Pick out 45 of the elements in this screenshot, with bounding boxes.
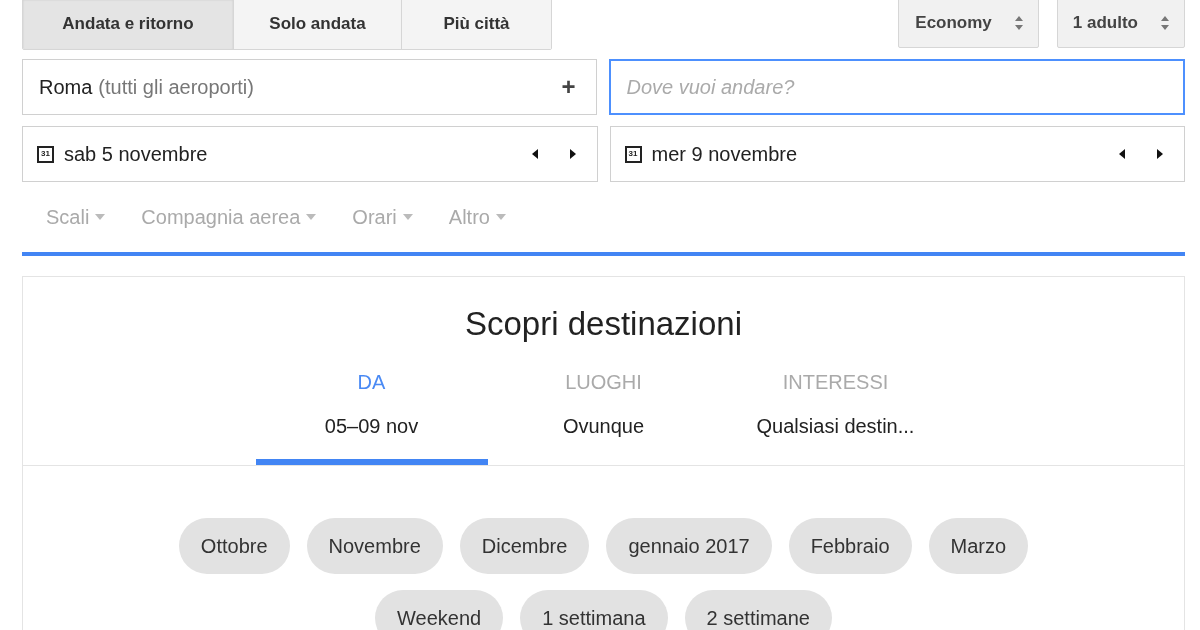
filter-chip[interactable]: Ottobre	[178, 517, 290, 574]
origin-value: Roma	[39, 75, 93, 100]
explore-title: Scopri destinazioni	[465, 304, 742, 344]
filter-chip[interactable]: Febbraio	[788, 517, 912, 574]
next-icon[interactable]	[1156, 148, 1164, 160]
dropdown-select[interactable]: 1 adulto	[1056, 0, 1185, 48]
caret-icon	[306, 214, 317, 220]
previous-icon[interactable]	[1118, 148, 1126, 160]
filter-chip[interactable]: Dicembre	[459, 517, 590, 574]
filter-chip[interactable]: gennaio 2017	[606, 517, 772, 574]
explore-tab[interactable]: LUOGHI Ovunque	[487, 358, 720, 465]
filter-chip[interactable]: Novembre	[306, 517, 443, 574]
explore-tab[interactable]: DA 05–09 nov	[255, 358, 488, 465]
trip-type-tab[interactable]: Più città	[401, 0, 551, 49]
tab-label: DA	[357, 369, 386, 395]
date-field[interactable]: 31 sab 5 novembre	[22, 126, 598, 182]
date-value: sab 5 novembre	[64, 142, 208, 167]
calendar-icon: 31	[624, 145, 642, 163]
filter-chip[interactable]: 1 settimana	[520, 589, 668, 630]
caret-icon	[402, 214, 413, 220]
date-field[interactable]: 31 mer 9 novembre	[609, 126, 1185, 182]
trip-type-tab[interactable]: Solo andata	[233, 0, 401, 49]
tab-value: Qualsiasi destin...	[756, 413, 915, 439]
origin-field[interactable]: Roma (tutti gli aeroporti) +	[22, 59, 597, 115]
destination-field[interactable]: Dove vuoi andare?	[608, 59, 1185, 115]
caret-icon	[495, 214, 506, 220]
trip-type-tab[interactable]: Andata e ritorno	[23, 0, 233, 49]
tab-label: LUOGHI	[565, 369, 642, 395]
tab-value: 05–09 nov	[324, 413, 419, 439]
filter-chip[interactable]: 2 settimane	[684, 589, 832, 630]
add-button[interactable]: +	[561, 69, 576, 105]
previous-icon[interactable]	[530, 148, 539, 160]
caret-icon	[95, 214, 106, 220]
sort-icon	[1013, 15, 1024, 31]
origin-hint: (tutti gli aeroporti)	[98, 75, 254, 100]
sort-icon	[1160, 15, 1170, 31]
dropdown-select[interactable]: Economy	[898, 0, 1039, 48]
tab-value: Ovunque	[562, 413, 645, 439]
explore-tab[interactable]: INTERESSI Qualsiasi destin...	[719, 358, 952, 465]
filter-chip[interactable]: Weekend	[375, 589, 504, 630]
date-value: mer 9 novembre	[651, 142, 798, 167]
filter-chip[interactable]: Marzo	[928, 517, 1029, 574]
calendar-icon: 31	[37, 145, 54, 163]
tab-label: INTERESSI	[782, 369, 889, 395]
next-icon[interactable]	[568, 148, 577, 160]
